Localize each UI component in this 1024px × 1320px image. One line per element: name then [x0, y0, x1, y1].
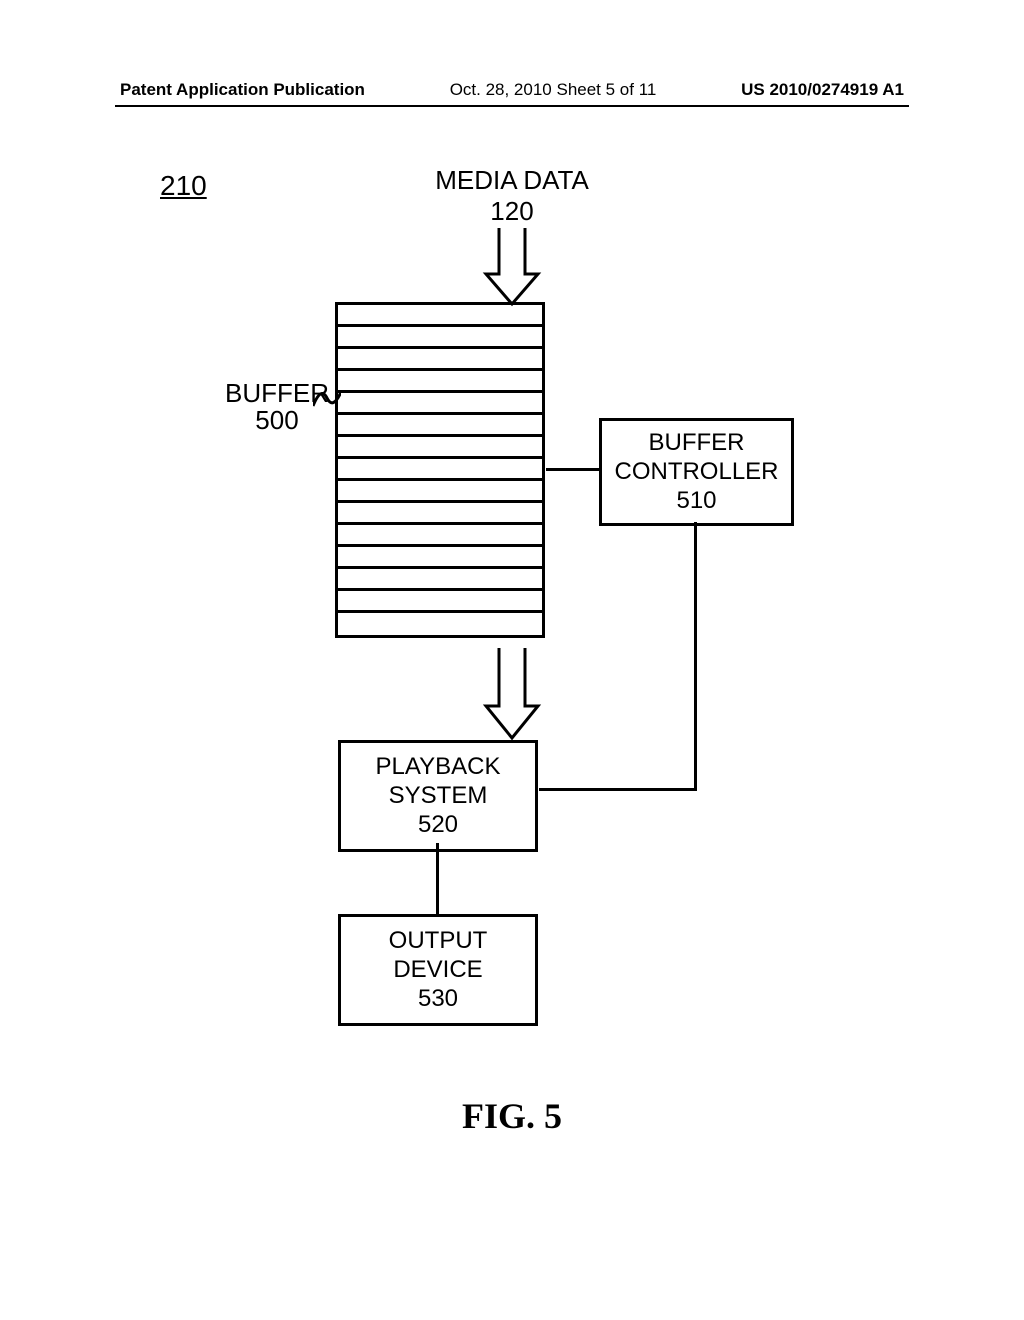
- buffer-stack: [335, 302, 545, 638]
- buffer-slot: [338, 569, 542, 591]
- playback-text-2: SYSTEM: [345, 782, 531, 811]
- output-text-2: DEVICE: [345, 956, 531, 985]
- buffer-slot: [338, 305, 542, 327]
- figure-label: FIG. 5: [462, 1095, 562, 1137]
- buffer-slot: [338, 591, 542, 613]
- buffer-slot: [338, 547, 542, 569]
- buffer-slot: [338, 393, 542, 415]
- header-divider: [115, 105, 909, 107]
- playback-text-1: PLAYBACK: [345, 753, 531, 782]
- reference-number-210: 210: [160, 170, 207, 202]
- buffer-slot: [338, 349, 542, 371]
- buffer-slot: [338, 371, 542, 393]
- buffer-slot: [338, 481, 542, 503]
- buffer-slot: [338, 437, 542, 459]
- media-data-label: MEDIA DATA 120: [435, 165, 589, 227]
- buffer-slot: [338, 415, 542, 437]
- buffer-controller-text-2: CONTROLLER: [606, 458, 787, 487]
- connector-controller-playback: [539, 788, 697, 791]
- buffer-controller-box: BUFFER CONTROLLER 510: [599, 418, 794, 526]
- connector-buffer-controller: [546, 468, 600, 471]
- buffer-controller-number: 510: [606, 487, 787, 516]
- media-data-text: MEDIA DATA: [435, 165, 589, 196]
- output-text-1: OUTPUT: [345, 927, 531, 956]
- arrow-buffer-to-playback: [482, 648, 542, 743]
- buffer-controller-text-1: BUFFER: [606, 429, 787, 458]
- playback-number: 520: [345, 811, 531, 840]
- arrow-media-to-buffer: [482, 228, 542, 308]
- buffer-slot: [338, 327, 542, 349]
- buffer-slot: [338, 613, 542, 635]
- playback-system-box: PLAYBACK SYSTEM 520: [338, 740, 538, 852]
- header-date-sheet: Oct. 28, 2010 Sheet 5 of 11: [365, 80, 741, 100]
- connector-playback-output: [436, 843, 439, 914]
- media-data-number: 120: [435, 196, 589, 227]
- output-number: 530: [345, 985, 531, 1014]
- buffer-slot: [338, 459, 542, 481]
- header-patent-number: US 2010/0274919 A1: [741, 80, 904, 100]
- buffer-slot: [338, 525, 542, 547]
- buffer-number: 500: [225, 407, 329, 434]
- output-device-box: OUTPUT DEVICE 530: [338, 914, 538, 1026]
- header-publication: Patent Application Publication: [120, 80, 365, 100]
- buffer-callout-line: [313, 388, 341, 410]
- connector-controller-vertical: [694, 522, 697, 790]
- buffer-slot: [338, 503, 542, 525]
